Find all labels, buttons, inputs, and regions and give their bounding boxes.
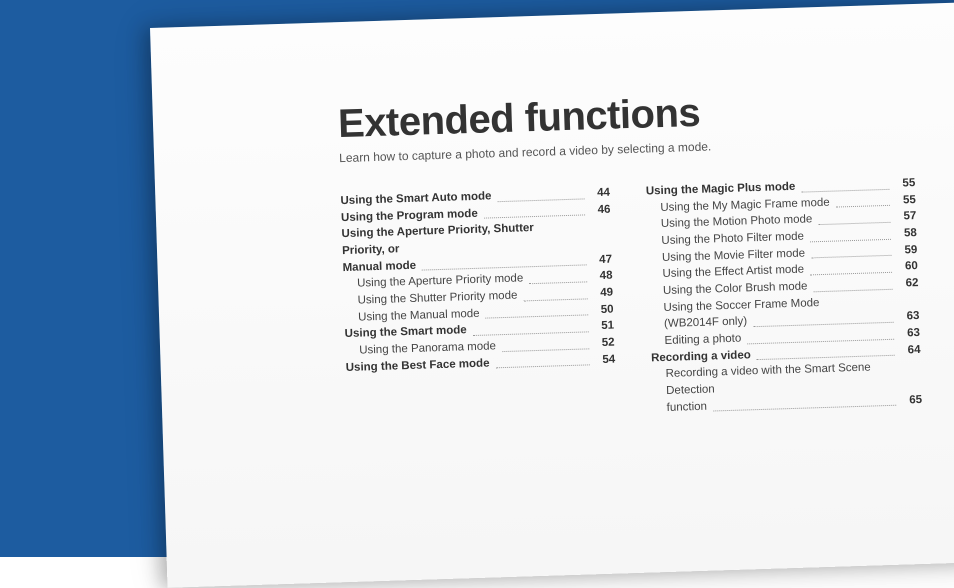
- toc-entry-page: 55: [896, 192, 917, 209]
- toc-left-column: Using the Smart Auto mode44Using the Pro…: [340, 185, 617, 427]
- toc-right-column: Using the Magic Plus mode55Using the My …: [646, 175, 923, 417]
- leader-dots: [810, 239, 891, 243]
- leader-dots: [811, 255, 891, 259]
- toc-entry-page: 47: [592, 251, 613, 268]
- toc-entry-page: 51: [594, 318, 615, 335]
- toc-entry-label: function: [652, 398, 707, 416]
- toc-entry-page: 46: [590, 201, 611, 218]
- toc-entry-page: 48: [592, 268, 613, 285]
- toc-entry-page: 60: [898, 258, 919, 275]
- toc-columns: Using the Smart Auto mode44Using the Pro…: [340, 175, 922, 426]
- leader-dots: [496, 365, 590, 369]
- leader-dots: [524, 298, 588, 301]
- leader-dots: [498, 198, 584, 202]
- leader-dots: [529, 281, 586, 284]
- leader-dots: [713, 405, 896, 412]
- toc-entry-page: 49: [593, 285, 614, 302]
- toc-entry-page: 58: [897, 225, 918, 242]
- leader-dots: [801, 189, 889, 193]
- toc-entry-page: 55: [895, 175, 916, 192]
- toc-entry-page: 59: [897, 242, 918, 259]
- toc-entry-label: Using the Best Face mode: [346, 355, 490, 376]
- leader-dots: [836, 205, 890, 208]
- toc-entry-page: 57: [896, 208, 917, 225]
- toc-entry-page: 62: [898, 275, 919, 292]
- leader-dots: [810, 272, 892, 276]
- toc-entry-page: 63: [899, 308, 920, 325]
- toc-entry-page: 50: [593, 301, 614, 318]
- leader-dots: [814, 289, 893, 292]
- toc-entry-page: 44: [590, 185, 611, 202]
- toc-entry-page: 54: [595, 351, 616, 368]
- toc-entry-page: 63: [900, 325, 921, 342]
- toc-entry-page: 52: [594, 335, 615, 352]
- leader-dots: [502, 348, 589, 352]
- toc-entry-page: 64: [900, 342, 921, 359]
- document-page: Extended functions Learn how to capture …: [150, 2, 954, 587]
- leader-dots: [819, 222, 891, 225]
- toc-entry-page: 65: [902, 392, 923, 409]
